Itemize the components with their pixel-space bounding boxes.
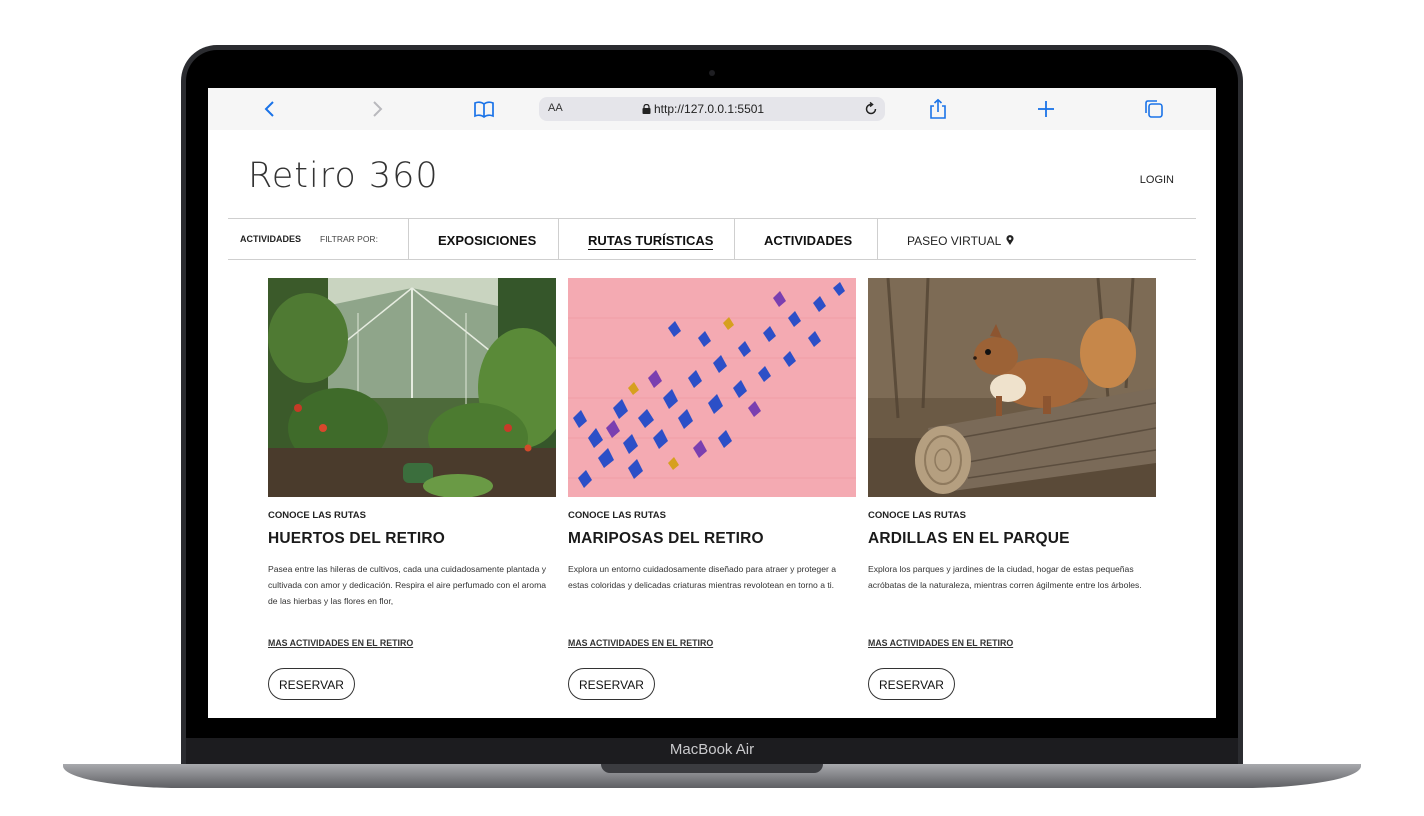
activity-card: CONOCE LAS RUTAS MARIPOSAS DEL RETIRO Ex…	[568, 278, 856, 700]
nav-divider	[408, 219, 409, 259]
card-title: MARIPOSAS DEL RETIRO	[568, 530, 764, 547]
tabs-icon[interactable]	[1142, 98, 1166, 120]
reload-icon[interactable]	[863, 101, 879, 117]
nav-divider	[877, 219, 878, 259]
card-description: Explora un entorno cuidadosamente diseña…	[568, 564, 837, 590]
url-text: http://127.0.0.1:5501	[654, 102, 765, 116]
laptop-notch	[601, 764, 823, 773]
card-kicker: CONOCE LAS RUTAS	[868, 510, 966, 521]
tab-exposiciones[interactable]: EXPOSICIONES	[438, 233, 536, 248]
filter-nav: ACTIVIDADES FILTRAR POR: EXPOSICIONES RU…	[228, 218, 1196, 260]
butterflies-image	[568, 278, 856, 497]
bookmarks-icon[interactable]	[472, 98, 496, 120]
device-label: MacBook Air	[669, 741, 755, 758]
card-kicker: CONOCE LAS RUTAS	[568, 510, 666, 521]
more-activities-link[interactable]: MAS ACTIVIDADES EN EL RETIRO	[268, 638, 413, 648]
tab-actividades[interactable]: ACTIVIDADES	[764, 233, 852, 248]
more-activities-link[interactable]: MAS ACTIVIDADES EN EL RETIRO	[568, 638, 713, 648]
text-size-button[interactable]: AA	[548, 102, 563, 114]
browser-toolbar: AA http://127.0.0.1:5501	[208, 88, 1216, 130]
virtual-tour-link[interactable]: PASEO VIRTUAL	[907, 234, 1014, 248]
card-title: HUERTOS DEL RETIRO	[268, 530, 445, 547]
back-icon[interactable]	[258, 98, 282, 120]
site-logo[interactable]: Retiro 360	[248, 156, 439, 196]
lock-icon	[642, 104, 651, 114]
nav-divider	[734, 219, 735, 259]
map-pin-icon	[1006, 235, 1014, 245]
reserve-button[interactable]: RESERVAR	[868, 668, 955, 700]
more-activities-link[interactable]: MAS ACTIVIDADES EN EL RETIRO	[868, 638, 1013, 648]
card-description: Explora los parques y jardines de la ciu…	[868, 564, 1142, 590]
card-title: ARDILLAS EN EL PARQUE	[868, 530, 1070, 547]
browser-screen: AA http://127.0.0.1:5501 Retiro 360 LOGI…	[208, 88, 1216, 718]
share-icon[interactable]	[926, 98, 950, 120]
activity-card: CONOCE LAS RUTAS HUERTOS DEL RETIRO Pase…	[268, 278, 556, 700]
login-link[interactable]: LOGIN	[1140, 174, 1174, 186]
reserve-button[interactable]: RESERVAR	[268, 668, 355, 700]
forward-icon[interactable]	[365, 98, 389, 120]
card-description: Pasea entre las hileras de cultivos, cad…	[268, 564, 547, 606]
nav-divider	[558, 219, 559, 259]
greenhouse-image	[268, 278, 556, 497]
reserve-button[interactable]: RESERVAR	[568, 668, 655, 700]
new-tab-icon[interactable]	[1034, 98, 1058, 120]
address-bar[interactable]: AA http://127.0.0.1:5501	[539, 97, 885, 121]
section-label: ACTIVIDADES	[240, 234, 302, 244]
card-kicker: CONOCE LAS RUTAS	[268, 510, 366, 521]
virtual-tour-label: PASEO VIRTUAL	[907, 234, 1001, 248]
tab-rutas-turisticas[interactable]: RUTAS TURÍSTICAS	[588, 233, 714, 250]
squirrel-image	[868, 278, 1156, 497]
activity-card: CONOCE LAS RUTAS ARDILLAS EN EL PARQUE E…	[868, 278, 1156, 700]
camera-icon	[709, 70, 715, 76]
filter-label: FILTRAR POR:	[320, 234, 378, 244]
